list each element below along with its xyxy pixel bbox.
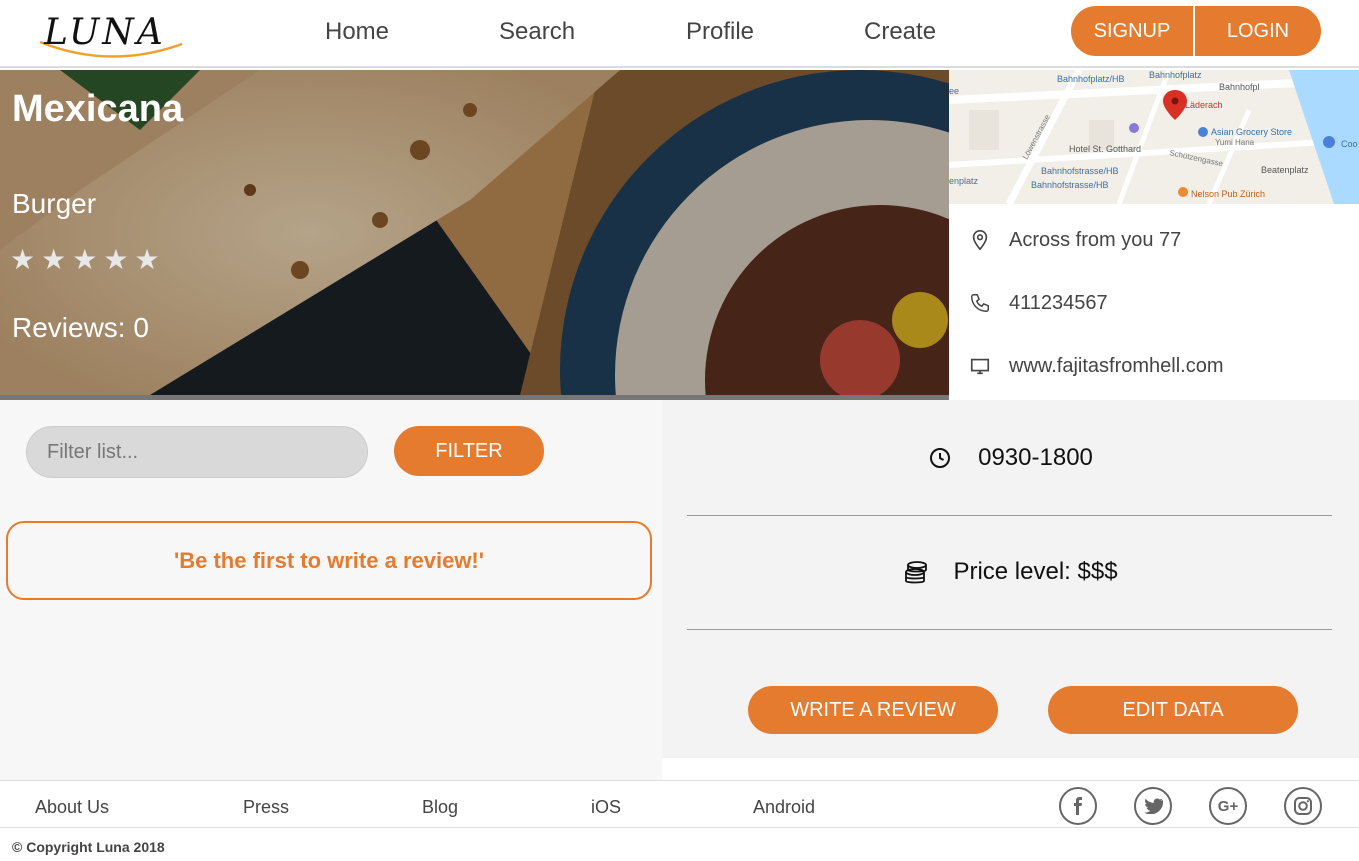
price-level: Price level: $$$ <box>662 558 1359 586</box>
map-label: enplatz <box>949 176 979 186</box>
map-label: Bahnhofplatz <box>1149 70 1202 80</box>
clock-icon <box>930 448 951 468</box>
filter-input[interactable] <box>26 426 368 478</box>
map-label: Bahnhofstrasse/HB <box>1041 166 1119 176</box>
restaurant-name: Mexicana <box>12 88 184 130</box>
instagram-glyph <box>1294 797 1312 815</box>
login-button[interactable]: LOGIN <box>1195 6 1321 56</box>
google-plus-icon[interactable]: G+ <box>1209 787 1247 825</box>
edit-data-button[interactable]: EDIT DATA <box>1048 686 1298 734</box>
map-label: Hotel St. Gotthard <box>1069 144 1141 154</box>
divider <box>687 515 1332 516</box>
nav-create[interactable]: Create <box>864 18 936 46</box>
facebook-icon[interactable] <box>1059 787 1097 825</box>
star-rating: ★ ★ ★ ★ ★ <box>10 246 160 274</box>
auth-buttons: SIGNUP LOGIN <box>1071 6 1321 56</box>
map-label: Asian Grocery Store <box>1211 127 1292 137</box>
footer-link-blog[interactable]: Blog <box>422 797 458 818</box>
price-text: Price level: $$$ <box>953 558 1118 585</box>
hours-text: 0930-1800 <box>978 444 1093 471</box>
divider <box>687 629 1332 630</box>
opening-hours: 0930-1800 <box>662 444 1359 472</box>
restaurant-banner: Mexicana Burger ★ ★ ★ ★ ★ Reviews: 0 <box>0 70 949 400</box>
map-label: Bahnhofstrasse/HB <box>1031 180 1109 190</box>
review-count: Reviews: 0 <box>12 312 149 343</box>
map-label: Beatenplatz <box>1261 165 1309 175</box>
phone-icon <box>971 294 989 312</box>
star-icon: ★ <box>41 244 67 275</box>
footer-link-android[interactable]: Android <box>753 797 815 818</box>
map-label: Coo <box>1341 139 1358 149</box>
star-icon: ★ <box>72 244 98 275</box>
instagram-icon[interactable] <box>1284 787 1322 825</box>
map-label: ee <box>949 86 959 96</box>
star-icon: ★ <box>134 244 160 275</box>
website-link[interactable]: www.fajitasfromhell.com <box>1009 355 1224 378</box>
write-review-button[interactable]: WRITE A REVIEW <box>748 686 998 734</box>
location-pin-icon <box>972 230 988 251</box>
map-graphic: Bahnhofplatz/HB Bahnhofplatz Bahnhofpl L… <box>949 70 1359 204</box>
twitter-glyph <box>1144 798 1163 814</box>
signup-button[interactable]: SIGNUP <box>1071 6 1195 56</box>
restaurant-category: Burger <box>12 188 97 219</box>
top-header: LUNA Home Search Profile Create SIGNUP L… <box>0 0 1359 68</box>
map-label: Bahnhofplatz/HB <box>1057 74 1125 84</box>
filter-button[interactable]: FILTER <box>394 426 544 476</box>
map-label: Bahnhofpl <box>1219 82 1260 92</box>
phone-row: 411234567 <box>969 287 1108 319</box>
facebook-glyph <box>1074 797 1082 815</box>
map-label: Läderach <box>1185 100 1223 110</box>
website-row[interactable]: www.fajitasfromhell.com <box>969 350 1224 382</box>
twitter-icon[interactable] <box>1134 787 1172 825</box>
google-plus-glyph: G+ <box>1217 797 1239 815</box>
nav-search[interactable]: Search <box>499 18 575 46</box>
copyright-text: © Copyright Luna 2018 <box>12 839 165 855</box>
map-label: Nelson Pub Zürich <box>1191 189 1265 199</box>
footer: About Us Press Blog iOS Android G+ <box>0 780 1359 828</box>
address-text: Across from you 77 <box>1009 228 1182 251</box>
footer-link-about[interactable]: About Us <box>35 797 109 818</box>
logo-text: LUNA <box>44 12 166 53</box>
nav-profile[interactable]: Profile <box>686 18 754 46</box>
map-label: Yumi Hana <box>1215 138 1255 147</box>
address-row: Across from you 77 <box>969 224 1181 256</box>
coins-icon <box>905 561 928 584</box>
monitor-icon <box>970 358 990 375</box>
star-icon: ★ <box>10 244 36 275</box>
empty-reviews-message: 'Be the first to write a review!' <box>6 521 652 600</box>
contact-info-card: Across from you 77 411234567 www.fajitas… <box>949 204 1359 400</box>
phone-text: 411234567 <box>1009 291 1108 314</box>
footer-link-press[interactable]: Press <box>243 797 289 818</box>
details-panel: 0930-1800 Price level: $$$ WRITE A REVIE… <box>662 400 1359 758</box>
reviews-panel: FILTER 'Be the first to write a review!' <box>0 400 662 780</box>
luna-logo[interactable]: LUNA <box>36 8 184 58</box>
nav-home[interactable]: Home <box>325 18 389 46</box>
location-map[interactable]: Bahnhofplatz/HB Bahnhofplatz Bahnhofpl L… <box>949 70 1359 204</box>
star-icon: ★ <box>103 244 129 275</box>
footer-link-ios[interactable]: iOS <box>591 797 621 818</box>
